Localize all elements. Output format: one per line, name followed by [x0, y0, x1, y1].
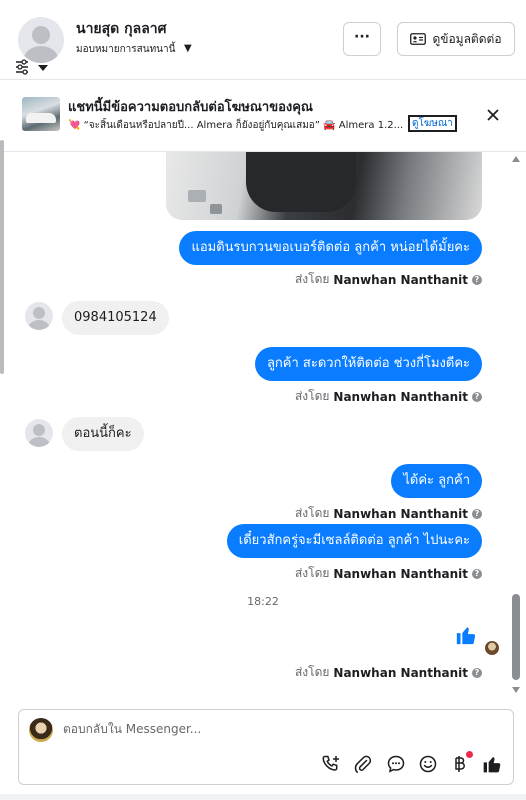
info-icon[interactable]: ?	[472, 667, 482, 678]
more-button[interactable]: ···	[343, 22, 381, 56]
avatar	[29, 718, 53, 742]
scrollbar-thumb[interactable]	[512, 594, 520, 680]
sent-by-prefix: ส่งโดย	[294, 665, 330, 679]
emoji-icon[interactable]	[418, 754, 438, 774]
ad-thumbnail[interactable]	[22, 97, 60, 131]
sender-name: Nanwhan Nanthanit	[333, 566, 468, 581]
incoming-message[interactable]: 0984105124	[62, 301, 169, 335]
left-scrollbar[interactable]	[0, 140, 4, 374]
conversation-header: นายสุด กุลลาศ มอบหมายการสนทนานี้ ▼ ··· ด…	[0, 0, 526, 80]
banner-title: แชทนี้มีข้อความตอบกลับต่อโฆษณาของคุณ	[68, 100, 313, 115]
thumbs-up-icon[interactable]	[482, 754, 502, 774]
outgoing-message[interactable]: ลูกค้า สะดวกให้ติดต่อ ช่วงกี่โมงดีคะ	[254, 347, 482, 381]
sender-name: Nanwhan Nanthanit	[333, 389, 468, 404]
info-icon[interactable]: ?	[472, 391, 482, 402]
sent-by: ส่งโดย Nanwhan Nanthanit ?	[295, 564, 482, 583]
more-icon: ···	[354, 29, 370, 45]
info-icon[interactable]: ?	[472, 508, 482, 519]
sent-by: ส่งโดย Nanwhan Nanthanit ?	[295, 270, 482, 289]
seen-avatar	[485, 641, 499, 655]
sliders-icon[interactable]	[14, 58, 50, 76]
outgoing-message[interactable]: แอมดินรบกวนขอเบอร์ติดต่อ ลูกค้า หน่อยได้…	[179, 231, 482, 265]
scroll-up-icon[interactable]	[512, 156, 520, 162]
sent-by-prefix: ส่งโดย	[294, 272, 330, 286]
assign-conversation-link[interactable]: มอบหมายการสนทนานี้	[76, 42, 175, 57]
sender-name: Nanwhan Nanthanit	[333, 665, 468, 680]
avatar	[25, 419, 53, 447]
info-icon[interactable]: ?	[472, 274, 482, 285]
banner-ad-text: 💘 “จะสิ้นเดือนหรือปลายปี... Almera ก็ยัง…	[68, 120, 404, 131]
close-icon[interactable]	[484, 106, 502, 124]
avatar[interactable]	[18, 17, 64, 63]
composer	[18, 709, 514, 785]
incoming-message[interactable]: ตอนนี้ก็คะ	[62, 417, 144, 451]
bottom-strip	[0, 794, 526, 800]
sent-by: ส่งโดย Nanwhan Nanthanit ?	[295, 504, 482, 523]
baht-icon[interactable]	[449, 754, 469, 774]
view-contact-button[interactable]: ดูข้อมูลติดต่อ	[397, 22, 515, 56]
contact-card-icon	[410, 33, 427, 45]
outgoing-message[interactable]: เดี๋ยวสักครู่จะมีเซลล์ติดต่อ ลูกค้า ไปนะ…	[226, 524, 482, 558]
thumbs-up-icon[interactable]	[455, 624, 477, 646]
sent-by-prefix: ส่งโดย	[294, 506, 330, 520]
sender-name: Nanwhan Nanthanit	[333, 272, 468, 287]
timestamp: 18:22	[247, 595, 279, 608]
sent-by: ส่งโดย Nanwhan Nanthanit ?	[295, 663, 482, 682]
notification-badge	[466, 751, 473, 758]
view-ad-link[interactable]: ดูโฆษณา	[408, 115, 457, 132]
message-thread: แอมดินรบกวนขอเบอร์ติดต่อ ลูกค้า หน่อยได้…	[0, 152, 526, 700]
paperclip-icon[interactable]	[353, 754, 373, 774]
chat-bubble-icon[interactable]	[386, 754, 406, 774]
sender-name: Nanwhan Nanthanit	[333, 506, 468, 521]
outgoing-message[interactable]: ได้ค่ะ ลูกค้า	[391, 464, 482, 498]
ad-reply-banner: แชทนี้มีข้อความตอบกลับต่อโฆษณาของคุณ 💘 “…	[0, 80, 526, 152]
scroll-down-icon[interactable]	[512, 687, 520, 693]
sent-by-prefix: ส่งโดย	[294, 566, 330, 580]
sent-by-prefix: ส่งโดย	[294, 389, 330, 403]
avatar	[25, 302, 53, 330]
sent-by: ส่งโดย Nanwhan Nanthanit ?	[295, 387, 482, 406]
reply-input[interactable]	[63, 718, 503, 740]
call-add-icon[interactable]	[321, 754, 341, 774]
photo-attachment[interactable]	[166, 152, 482, 220]
chevron-down-icon[interactable]: ▼	[184, 43, 192, 54]
contact-name: นายสุด กุลลาศ	[76, 21, 167, 37]
info-icon[interactable]: ?	[472, 568, 482, 579]
view-contact-label: ดูข้อมูลติดต่อ	[432, 31, 502, 46]
